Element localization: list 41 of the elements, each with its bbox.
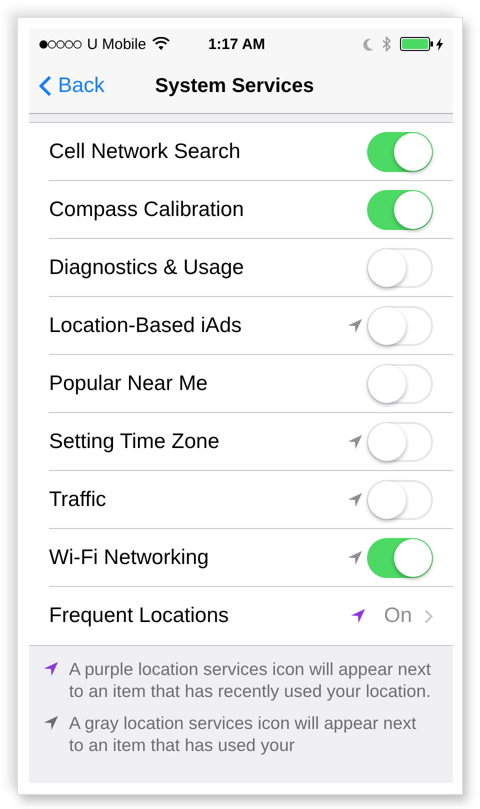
settings-row[interactable]: Cell Network Search <box>49 123 453 181</box>
signal-dots-icon <box>39 40 83 48</box>
carrier-name: U Mobile <box>87 36 146 52</box>
battery-icon <box>400 37 434 51</box>
toggle-switch[interactable] <box>367 480 433 520</box>
setting-label: Setting Time Zone <box>49 430 220 454</box>
toggle-switch[interactable] <box>367 190 433 230</box>
footnote-text: A gray location services icon will appear next to an item that has used your <box>69 712 418 756</box>
toggle-switch[interactable] <box>367 132 433 172</box>
chevron-left-icon <box>39 75 52 97</box>
settings-row[interactable]: Wi-Fi Networking <box>49 529 453 587</box>
settings-row[interactable]: Location-Based iAds <box>49 297 453 355</box>
settings-row[interactable]: Diagnostics & Usage <box>49 239 453 297</box>
setting-label: Popular Near Me <box>49 372 209 396</box>
toggle-switch[interactable] <box>367 306 433 346</box>
toggle-switch[interactable] <box>367 422 433 462</box>
settings-row[interactable]: Popular Near Me <box>49 355 453 413</box>
setting-label: Traffic <box>49 488 108 512</box>
setting-label: Diagnostics & Usage <box>49 256 245 280</box>
setting-label: Cell Network Search <box>49 140 242 164</box>
setting-value: On <box>384 604 412 628</box>
moon-icon <box>363 38 374 50</box>
settings-row[interactable]: Compass Calibration <box>49 181 453 239</box>
setting-label: Compass Calibration <box>49 198 245 222</box>
back-button[interactable]: Back <box>29 74 105 98</box>
charging-bolt-icon <box>436 38 443 50</box>
settings-row[interactable]: Setting Time Zone <box>49 413 453 471</box>
footnote-text: A purple location services icon will appear next to an item that has recently used your location. <box>69 658 432 702</box>
settings-row[interactable]: Traffic <box>49 471 453 529</box>
setting-label: Wi-Fi Networking <box>49 546 210 570</box>
bluetooth-icon <box>382 36 392 52</box>
toggle-switch[interactable] <box>367 364 433 404</box>
chevron-right-icon <box>424 608 433 624</box>
setting-label: Location-Based iAds <box>49 314 243 338</box>
clock-time: 1:17 AM <box>208 36 266 52</box>
toggle-switch[interactable] <box>367 538 433 578</box>
settings-row[interactable]: Frequent Locations On <box>49 587 453 645</box>
setting-label: Frequent Locations <box>49 604 230 628</box>
toggle-switch[interactable] <box>367 248 433 288</box>
wifi-icon <box>152 37 170 51</box>
page-title: System Services <box>155 74 314 98</box>
